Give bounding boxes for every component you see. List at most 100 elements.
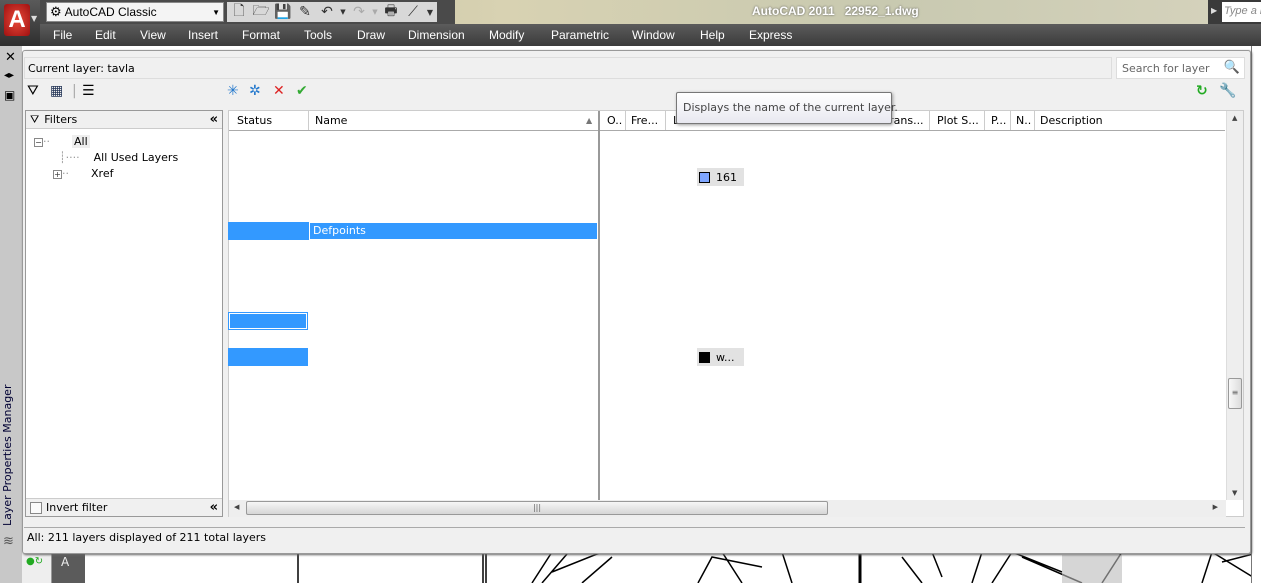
- column-plot-style[interactable]: Plot S...: [937, 114, 979, 128]
- sort-ascending-icon: ▲: [586, 116, 593, 125]
- filters-header: ⛛ Filters «: [26, 111, 222, 129]
- layers-toolbar-edge: [1251, 46, 1261, 583]
- autocad-logo-icon: A: [4, 4, 30, 36]
- layer-states-manager-icon[interactable]: ☰: [82, 83, 95, 99]
- plot-icon[interactable]: 🖶: [381, 0, 401, 24]
- scroll-thumb[interactable]: |||: [246, 501, 828, 515]
- new-group-filter-icon[interactable]: ▦: [50, 83, 63, 99]
- open-icon[interactable]: 🗁: [251, 0, 271, 24]
- invert-filter-label: Invert filter: [46, 501, 108, 514]
- column-separator: [308, 111, 309, 130]
- layer-color-cell[interactable]: 161: [697, 168, 744, 186]
- column-name[interactable]: Name: [315, 114, 347, 128]
- customize-dropdown-icon[interactable]: ▼: [425, 8, 435, 17]
- column-separator: [929, 111, 930, 130]
- layer-search-input[interactable]: Search for layer 🔍: [1116, 57, 1245, 79]
- menu-parametric[interactable]: Parametric: [551, 28, 609, 42]
- chevron-down-icon: ▼: [31, 14, 38, 23]
- settings-wrench-icon[interactable]: 🔧: [1219, 83, 1236, 99]
- menu-tools[interactable]: Tools: [304, 28, 332, 42]
- menu-edit[interactable]: Edit: [95, 28, 116, 42]
- column-status[interactable]: Status: [237, 114, 272, 128]
- expand-icon[interactable]: ▶: [1211, 6, 1217, 15]
- workspace-dropdown[interactable]: ⚙ AutoCAD Classic ▼: [46, 2, 224, 22]
- file-name: 22952_1.dwg: [844, 4, 919, 18]
- menu-draw[interactable]: Draw: [357, 28, 385, 42]
- horizontal-scrollbar[interactable]: ◀ ||| ▶: [229, 500, 1226, 517]
- frozen-column-divider[interactable]: [598, 111, 600, 500]
- chevron-down-icon: ▼: [212, 7, 220, 17]
- selected-row-status-cell[interactable]: [228, 222, 309, 240]
- menu-help[interactable]: Help: [700, 28, 725, 42]
- menu-dimension[interactable]: Dimension: [408, 28, 465, 42]
- column-separator: [665, 111, 666, 130]
- layers-icon: ≋: [3, 534, 14, 549]
- selected-row-status-cell[interactable]: [228, 312, 308, 330]
- invert-filter[interactable]: Invert filter «: [26, 498, 222, 516]
- menu-bar: File Edit View Insert Format Tools Draw …: [40, 24, 1261, 46]
- toolbar-separator: |: [72, 83, 77, 99]
- tooltip: Displays the name of the current layer.: [676, 92, 898, 124]
- column-separator: [625, 111, 626, 130]
- menu-insert[interactable]: Insert: [188, 28, 218, 42]
- new-property-filter-icon[interactable]: ⛛: [27, 83, 39, 99]
- menu-view[interactable]: View: [140, 28, 166, 42]
- column-separator: [984, 111, 985, 130]
- workspace-value: AutoCAD Classic: [64, 5, 157, 19]
- tree-item-all-used-layers[interactable]: ┊···· All Used Layers: [59, 151, 178, 164]
- set-current-icon[interactable]: ✔: [296, 83, 308, 99]
- redo-dropdown-icon[interactable]: ▼: [371, 8, 379, 16]
- menu-modify[interactable]: Modify: [489, 28, 524, 42]
- line-icon[interactable]: ⟋: [403, 4, 423, 20]
- column-freeze[interactable]: Fre...: [631, 114, 658, 128]
- layer-previous-icon[interactable]: ●↻: [26, 556, 43, 567]
- tree-item-all[interactable]: −·· All: [34, 135, 90, 148]
- collapse-node-icon[interactable]: −: [34, 138, 43, 147]
- undo-dropdown-icon[interactable]: ▼: [339, 8, 347, 16]
- scroll-thumb[interactable]: ≡: [1228, 378, 1242, 409]
- collapse-icon[interactable]: «: [210, 112, 218, 127]
- undo-icon[interactable]: ↶: [317, 4, 337, 20]
- draw-toolbar: ●↻: [22, 552, 52, 583]
- selected-row-status-cell[interactable]: [228, 348, 308, 366]
- layer-color-cell[interactable]: w...: [697, 348, 744, 366]
- application-menu-button[interactable]: A ▼: [0, 0, 40, 46]
- column-new-vp-freeze[interactable]: N..: [1016, 114, 1031, 128]
- help-search-input[interactable]: Type a k: [1222, 2, 1261, 22]
- new-layer-vp-frozen-icon[interactable]: ✲: [249, 83, 261, 99]
- drawing-canvas[interactable]: [22, 552, 1261, 583]
- menu-file[interactable]: File: [53, 28, 72, 42]
- save-as-icon[interactable]: ✎: [295, 4, 315, 20]
- refresh-icon[interactable]: ↻: [1196, 83, 1208, 99]
- vertical-scrollbar[interactable]: ▲ ≡ ▼: [1226, 111, 1243, 500]
- expand-node-icon[interactable]: +: [53, 170, 62, 179]
- column-on[interactable]: O..: [607, 114, 622, 128]
- properties-icon[interactable]: ▣: [4, 88, 15, 102]
- scroll-right-icon[interactable]: ▶: [1213, 503, 1218, 511]
- auto-hide-icon[interactable]: ◂▸: [4, 70, 14, 81]
- save-icon[interactable]: 💾: [273, 4, 293, 20]
- filter-icon: ⛛: [30, 112, 40, 126]
- filters-title: Filters: [44, 113, 78, 126]
- collapse-icon[interactable]: «: [210, 500, 218, 515]
- new-layer-icon[interactable]: ✳: [227, 83, 239, 99]
- delete-layer-icon[interactable]: ✕: [273, 83, 285, 99]
- scroll-up-icon[interactable]: ▲: [1232, 114, 1237, 122]
- menu-window[interactable]: Window: [632, 28, 675, 42]
- column-plot[interactable]: P...: [991, 114, 1006, 128]
- new-icon[interactable]: 🗋: [229, 0, 249, 24]
- tree-item-xref[interactable]: +·· Xref: [53, 167, 113, 180]
- scroll-left-icon[interactable]: ◀: [234, 503, 239, 511]
- tree-item-label: All Used Layers: [93, 151, 179, 164]
- menu-format[interactable]: Format: [242, 28, 280, 42]
- column-description[interactable]: Description: [1040, 114, 1103, 128]
- redo-icon[interactable]: ↷: [349, 4, 369, 20]
- scroll-down-icon[interactable]: ▼: [1232, 489, 1237, 497]
- tree-item-label: Xref: [91, 167, 114, 180]
- selected-row-name-cell[interactable]: Defpoints: [309, 222, 598, 240]
- drawing-linework: [297, 552, 1261, 583]
- close-icon[interactable]: ✕: [5, 50, 16, 65]
- invert-filter-checkbox[interactable]: [30, 501, 42, 514]
- linear-dimension-icon[interactable]: A: [61, 555, 69, 569]
- menu-express[interactable]: Express: [749, 28, 792, 42]
